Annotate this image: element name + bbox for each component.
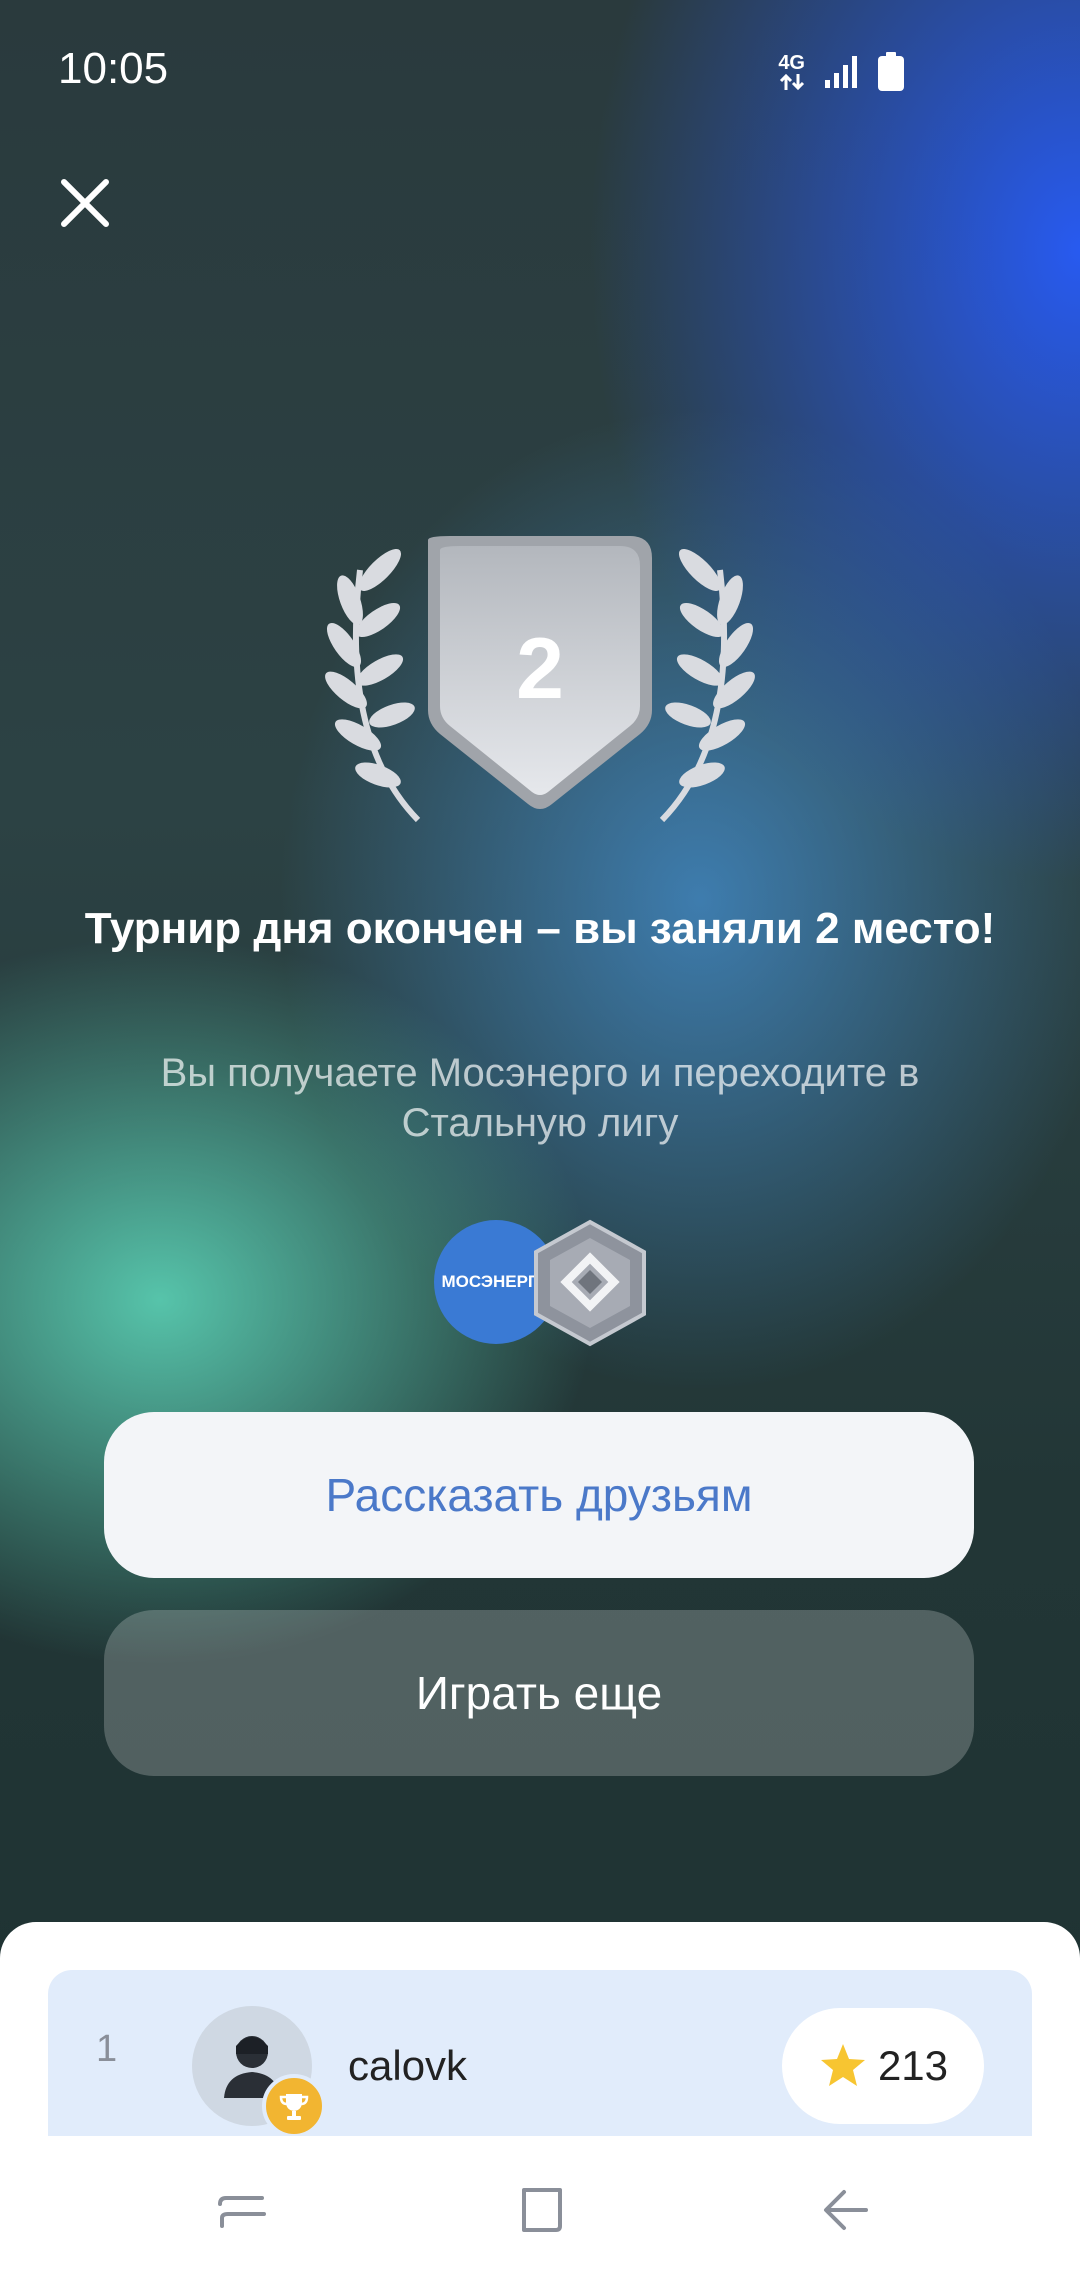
row-score: 213 (877, 2042, 949, 2089)
leaderboard-row[interactable]: 1 calovk 213 (48, 1970, 1032, 2138)
status-time: 10:05 (58, 44, 169, 93)
battery-icon (878, 52, 904, 91)
avatar (192, 2006, 326, 2138)
trophy-badge (262, 2074, 326, 2138)
close-button[interactable] (52, 170, 118, 236)
play-again-button[interactable]: Играть еще (104, 1610, 974, 1776)
share-with-friends-button[interactable]: Рассказать друзьям (104, 1412, 974, 1578)
close-icon (61, 179, 109, 227)
trophy-icon (279, 2094, 309, 2120)
home-icon[interactable] (514, 2182, 570, 2238)
row-rank: 1 (96, 2028, 118, 2070)
status-bar: 10:05 4G (0, 0, 1080, 140)
result-title: Турнир дня окончен – вы заняли 2 место! (84, 904, 996, 953)
reward-badges: МОСЭНЕРГО (434, 1218, 654, 1384)
score-pill: 213 (782, 2008, 984, 2124)
place-trophy: 2 (300, 510, 780, 840)
data-arrows-icon (779, 73, 804, 91)
result-subtitle: Вы получаете Мосэнерго и переходите в Ст… (160, 1051, 920, 1145)
steel-league-icon (534, 1219, 646, 1347)
place-number: 2 (516, 621, 564, 717)
row-username: calovk (348, 2042, 468, 2089)
recents-icon[interactable] (214, 2182, 270, 2238)
star-icon (820, 2044, 865, 2086)
back-icon[interactable] (818, 2182, 874, 2238)
network-indicator: 4G (778, 53, 805, 91)
network-label: 4G (778, 52, 805, 74)
status-icons: 4G (778, 52, 905, 92)
signal-icon (825, 56, 857, 88)
system-nav-bar (0, 2136, 1080, 2280)
